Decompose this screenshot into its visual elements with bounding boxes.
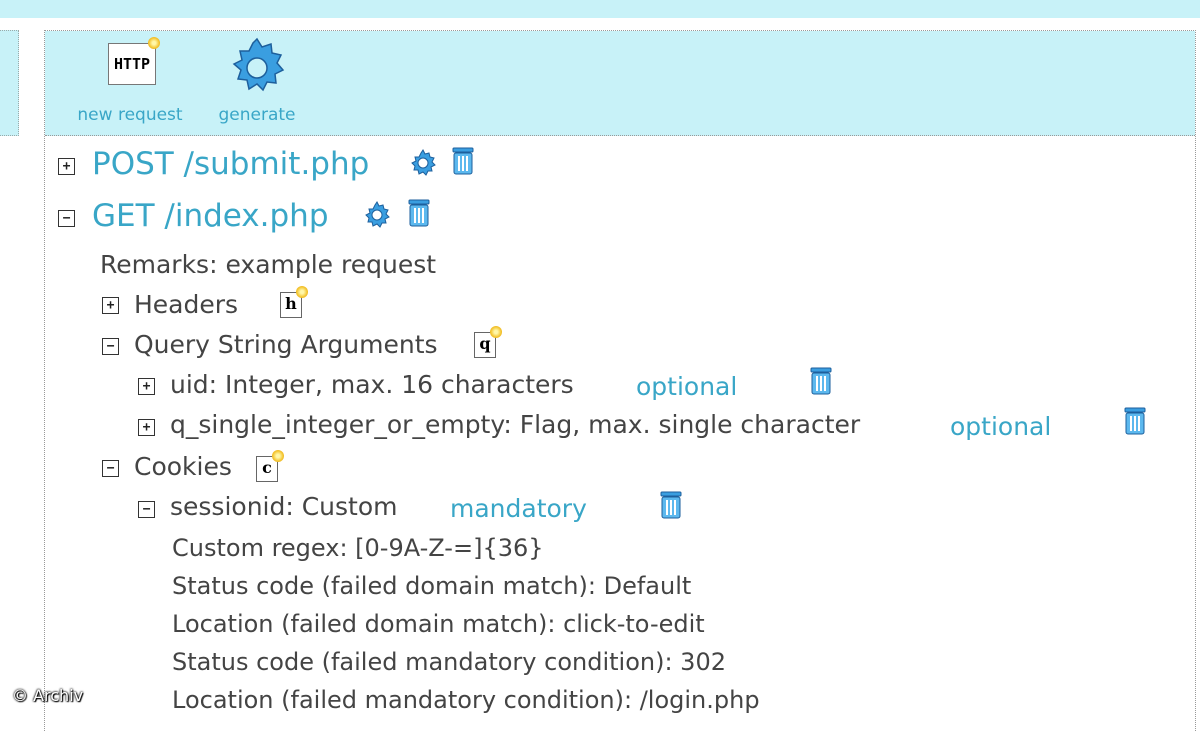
collapse-toggle[interactable]: −	[138, 501, 155, 518]
request-title-get[interactable]: GET /index.php	[92, 198, 329, 234]
cookie-sessionid[interactable]: sessionid: Custom	[170, 492, 398, 521]
generate-label: generate	[218, 105, 296, 125]
mandatory-tag[interactable]: mandatory	[450, 494, 587, 523]
query-args-label[interactable]: Query String Arguments	[134, 330, 438, 359]
headers-label[interactable]: Headers	[134, 290, 238, 319]
collapse-toggle[interactable]: −	[102, 338, 119, 355]
expand-toggle[interactable]: +	[58, 158, 75, 175]
cookie-detail[interactable]: Location (failed mandatory condition): /…	[172, 686, 760, 714]
add-query-arg-icon[interactable]: q	[474, 326, 504, 360]
new-star-icon	[490, 326, 502, 338]
trash-icon[interactable]	[808, 366, 834, 396]
collapse-toggle[interactable]: −	[58, 210, 75, 227]
watermark: © Archiv	[12, 686, 84, 705]
cookie-detail[interactable]: Status code (failed domain match): Defau…	[172, 572, 691, 600]
new-request-button[interactable]: HTTP new request	[67, 35, 193, 125]
toolbar: HTTP new request generate	[45, 31, 1195, 136]
optional-tag[interactable]: optional	[950, 412, 1051, 441]
request-title-post[interactable]: POST /submit.php	[92, 146, 369, 182]
expand-toggle[interactable]: +	[138, 419, 155, 436]
new-request-label: new request	[77, 105, 183, 125]
cookie-detail[interactable]: Custom regex: [0-9A-Z-=]{36}	[172, 534, 544, 562]
cookies-label[interactable]: Cookies	[134, 452, 232, 481]
remarks-text[interactable]: Remarks: example request	[100, 250, 436, 279]
gear-icon	[225, 35, 289, 99]
add-cookie-icon[interactable]: c	[256, 450, 286, 484]
http-document-icon: HTTP	[104, 35, 160, 87]
expand-toggle[interactable]: +	[102, 297, 119, 314]
trash-icon[interactable]	[1122, 406, 1148, 436]
generate-button[interactable]: generate	[209, 35, 305, 125]
trash-icon[interactable]	[406, 198, 432, 228]
add-header-icon[interactable]: h	[280, 286, 310, 320]
new-star-icon	[296, 286, 308, 298]
optional-tag[interactable]: optional	[636, 372, 737, 401]
new-star-icon	[148, 37, 160, 49]
generate-gear-icon[interactable]	[362, 200, 392, 230]
cookie-detail[interactable]: Location (failed domain match): click-to…	[172, 610, 705, 638]
left-panel	[0, 30, 19, 136]
trash-icon[interactable]	[450, 146, 476, 176]
expand-toggle[interactable]: +	[138, 378, 155, 395]
collapse-toggle[interactable]: −	[102, 460, 119, 477]
query-arg-uid[interactable]: uid: Integer, max. 16 characters	[170, 370, 574, 399]
cookie-detail[interactable]: Status code (failed mandatory condition)…	[172, 648, 726, 676]
top-strip	[0, 0, 1200, 18]
query-arg-q-single[interactable]: q_single_integer_or_empty: Flag, max. si…	[170, 410, 860, 439]
new-star-icon	[272, 450, 284, 462]
trash-icon[interactable]	[658, 490, 684, 520]
generate-gear-icon[interactable]	[408, 148, 438, 178]
